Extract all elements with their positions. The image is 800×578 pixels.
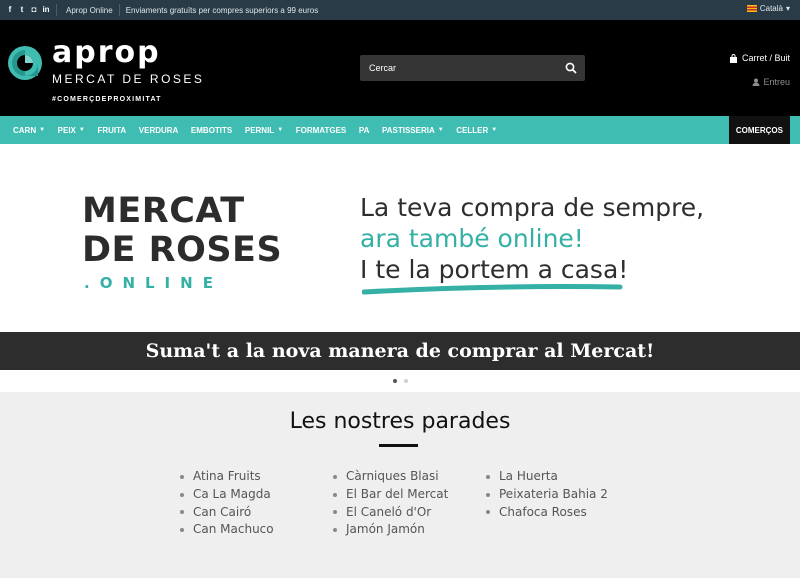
language-selector[interactable]: Català ▾ bbox=[746, 4, 790, 13]
stall-link[interactable]: El Caneló d'Or bbox=[333, 504, 448, 522]
banner-slogan-line2: ara també online! bbox=[360, 224, 584, 253]
facebook-icon[interactable]: f bbox=[6, 6, 14, 14]
nav-item-celler[interactable]: CELLER ▼ bbox=[450, 126, 504, 135]
nav-label: PERNIL bbox=[244, 125, 275, 135]
banner-brand-line2: DE ROSES bbox=[82, 230, 283, 270]
stalls-column-3: La Huerta Peixateria Bahia 2 Chafoca Ros… bbox=[486, 468, 608, 521]
nav-item-verdura[interactable]: VERDURA bbox=[132, 126, 184, 135]
chevron-down-icon: ▼ bbox=[78, 127, 85, 133]
nav-label: CARN bbox=[13, 125, 37, 135]
nav-label: EMBOTITS bbox=[190, 125, 233, 135]
nav-item-fruita[interactable]: FRUITA bbox=[91, 126, 132, 135]
instagram-icon[interactable]: ◘ bbox=[30, 6, 38, 14]
logo-title: aprop bbox=[52, 35, 161, 70]
nav-item-comercos[interactable]: COMERÇOS bbox=[728, 116, 790, 144]
stall-link[interactable]: Peixateria Bahia 2 bbox=[486, 486, 608, 504]
search-icon[interactable] bbox=[565, 62, 577, 74]
slider-dot-2[interactable] bbox=[403, 379, 408, 383]
cart-link[interactable]: Carret / Buit bbox=[729, 53, 790, 63]
user-icon bbox=[752, 78, 760, 86]
stall-link[interactable]: Ca La Magda bbox=[180, 486, 274, 504]
nav-label: FRUITA bbox=[97, 125, 127, 135]
nav-item-pa[interactable]: PA bbox=[353, 126, 376, 135]
chevron-down-icon: ▾ bbox=[785, 4, 790, 13]
nav-label: CELLER bbox=[456, 125, 489, 135]
logo-tagline: #COMERÇDEPROXIMITAT bbox=[52, 96, 162, 103]
aprop-online-link[interactable]: Aprop Online bbox=[66, 6, 113, 15]
nav-item-embotits[interactable]: EMBOTITS bbox=[185, 126, 239, 135]
divider bbox=[118, 4, 120, 16]
nav-label: PEIX bbox=[57, 125, 76, 135]
nav-label: PASTISSERIA bbox=[381, 125, 435, 135]
stall-link[interactable]: Can Cairó bbox=[180, 504, 274, 522]
nav-label: VERDURA bbox=[138, 125, 179, 135]
nav-item-carn[interactable]: CARN ▼ bbox=[0, 126, 51, 135]
top-bar: f t ◘ in Aprop Online Enviaments gratuït… bbox=[0, 0, 800, 20]
nav-item-pernil[interactable]: PERNIL ▼ bbox=[239, 126, 290, 135]
banner-slogan-line3: I te la portem a casa! bbox=[360, 255, 629, 284]
social-links: f t ◘ in bbox=[6, 6, 50, 14]
logo-text[interactable]: aprop MERCAT DE ROSES #COMERÇDEPROXIMITA… bbox=[52, 35, 205, 104]
slider-dots bbox=[0, 370, 800, 392]
stall-link[interactable]: Càrniques Blasi bbox=[333, 468, 448, 486]
nav-label: FORMATGES bbox=[295, 125, 347, 135]
brush-underline bbox=[362, 284, 623, 295]
chevron-down-icon: ▼ bbox=[491, 127, 498, 133]
banner-brand-online: .ONLINE bbox=[84, 274, 223, 292]
shipping-notice: Enviaments gratuïts per compres superior… bbox=[125, 5, 319, 15]
search-input[interactable] bbox=[360, 55, 556, 81]
banner-brand: MERCAT DE ROSES bbox=[82, 192, 282, 270]
stall-link[interactable]: Can Machuco bbox=[180, 521, 274, 539]
nav-item-formatges[interactable]: FORMATGES bbox=[289, 126, 352, 135]
login-label: Entreu bbox=[763, 77, 790, 87]
search-bar bbox=[360, 55, 585, 81]
main-nav: CARN ▼ PEIX ▼ FRUITA VERDURA EMBOTITS PERN… bbox=[0, 116, 800, 144]
chevron-down-icon: ▼ bbox=[39, 127, 46, 133]
chevron-down-icon: ▼ bbox=[437, 127, 444, 133]
promo-strip: Suma't a la nova manera de comprar al Me… bbox=[0, 332, 800, 370]
banner-slogan: La teva compra de sempre, ara també onli… bbox=[360, 192, 704, 285]
hero-banner[interactable]: MERCAT DE ROSES .ONLINE La teva compra d… bbox=[0, 144, 800, 332]
chevron-down-icon: ▼ bbox=[277, 127, 284, 133]
stall-link[interactable]: Jamón Jamón bbox=[333, 521, 448, 539]
cart-label: Carret / Buit bbox=[741, 53, 790, 63]
section-heading: Les nostres parades bbox=[289, 409, 511, 434]
stall-link[interactable]: El Bar del Mercat bbox=[333, 486, 448, 504]
stalls-column-2: Càrniques Blasi El Bar del Mercat El Can… bbox=[333, 468, 448, 539]
stalls-column-1: Atina Fruits Ca La Magda Can Cairó Can M… bbox=[180, 468, 274, 539]
linkedin-icon[interactable]: in bbox=[42, 6, 50, 14]
stall-link[interactable]: Chafoca Roses bbox=[486, 504, 608, 522]
logo-subtitle: MERCAT DE ROSES bbox=[52, 72, 205, 86]
twitter-icon[interactable]: t bbox=[18, 6, 26, 14]
catalan-flag-icon bbox=[746, 5, 757, 12]
stall-link[interactable]: La Huerta bbox=[486, 468, 608, 486]
login-link[interactable]: Entreu bbox=[752, 77, 790, 87]
banner-brand-line1: MERCAT bbox=[82, 191, 245, 231]
stalls-section: Les nostres parades Atina Fruits Ca La M… bbox=[0, 392, 800, 578]
stall-link[interactable]: Atina Fruits bbox=[180, 468, 274, 486]
aprop-logo-icon[interactable] bbox=[6, 44, 44, 82]
heading-underline bbox=[379, 444, 418, 447]
language-label: Català bbox=[759, 4, 783, 13]
nav-label: PA bbox=[358, 125, 370, 135]
divider bbox=[56, 4, 57, 16]
shopping-bag-icon bbox=[729, 53, 737, 63]
nav-item-peix[interactable]: PEIX ▼ bbox=[51, 126, 91, 135]
banner-slogan-line1: La teva compra de sempre, bbox=[360, 193, 705, 222]
nav-item-pastisseria[interactable]: PASTISSERIA ▼ bbox=[376, 126, 450, 135]
slider-dot-1[interactable] bbox=[392, 379, 397, 383]
site-header: aprop MERCAT DE ROSES #COMERÇDEPROXIMITA… bbox=[0, 20, 800, 116]
